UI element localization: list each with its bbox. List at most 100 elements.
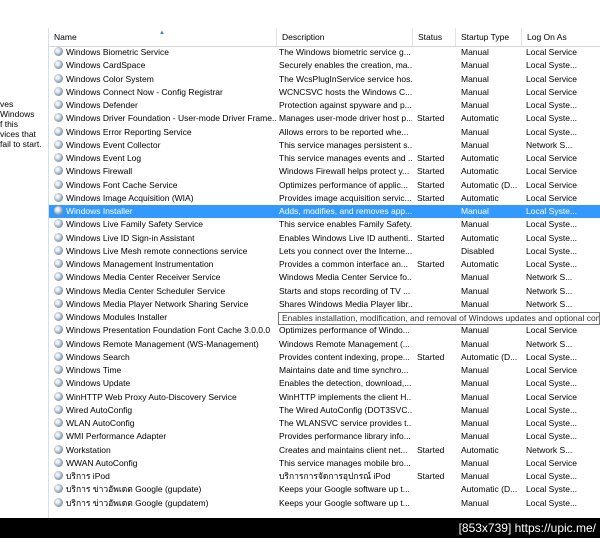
service-logon-as: Local Syste... [526,471,578,481]
service-row[interactable]: Windows Media Center Scheduler Service St… [49,285,600,298]
service-name-label: WMI Performance Adapter [66,431,167,442]
service-row[interactable]: WMI Performance Adapter Provides performa… [49,430,600,443]
service-status: Started [417,232,445,243]
service-description: This service manages persistent s... [279,139,412,150]
service-name-label: Windows Management Instrumentation [66,259,214,269]
service-row[interactable]: Windows Event Collector This service mana… [49,139,600,152]
service-status [417,99,459,112]
service-gear-icon [54,113,63,123]
service-description: Lets you connect over the Interne... [279,245,412,256]
service-row[interactable]: Windows Media Center Receiver Service Win… [49,271,600,284]
service-gear-icon [54,325,63,335]
service-name: WinHTTP Web Proxy Auto-Discovery Service [54,391,277,404]
service-logon-as: Local Syste... [526,431,578,442]
service-row[interactable]: บริการ ข่าวอัพเดต Google (gupdate) Keeps … [49,483,600,496]
service-row[interactable]: Windows Image Acquisition (WIA) Provides … [49,192,600,205]
service-name: Windows Live Mesh remote connections ser… [54,245,277,258]
sort-ascending-icon: ▲ [159,30,165,36]
service-row[interactable]: Windows Management Instrumentation Provid… [49,258,600,271]
service-row[interactable]: Windows Color System The WcsPlugInService… [49,73,600,86]
service-description: WCNCSVC hosts the Windows C... [279,86,412,97]
service-status [417,391,459,404]
service-row[interactable]: Windows Live Mesh remote connections ser… [49,245,600,258]
service-row[interactable]: Windows Presentation Foundation Font Cac… [49,324,600,337]
service-name: Windows Error Reporting Service [54,126,277,139]
services-window: ves Windows f this vices that fail to st… [0,0,600,518]
service-row[interactable]: Windows Update Enables the detection, dow… [49,377,600,390]
service-startup-type: Manual [461,73,489,84]
service-name: Windows Modules Installer [54,311,277,324]
service-description: Provides a common interface an... [279,259,408,269]
service-startup-type: Manual [461,206,489,216]
service-row[interactable]: บริการ ข่าวอัพเดต Google (gupdatem) Keeps… [49,497,600,510]
service-row[interactable]: Workstation Creates and maintains client … [49,444,600,457]
service-description: Windows Firewall helps protect y... [279,166,410,177]
column-status-header[interactable]: Status [413,28,456,46]
service-logon-as: Local Syste... [526,245,578,256]
service-row[interactable]: Windows Live ID Sign-in Assistant Enables… [49,232,600,245]
service-row[interactable]: Windows Biometric Service The Windows bio… [49,46,600,59]
column-description-header[interactable]: Description [277,28,413,46]
service-row[interactable]: Windows Firewall Windows Firewall helps p… [49,165,600,178]
service-gear-icon [54,47,63,56]
service-status [417,298,459,311]
service-row[interactable]: Windows Error Reporting Service Allows er… [49,126,600,139]
service-name-label: Windows Defender [66,100,138,110]
service-status [417,430,459,443]
service-row[interactable]: Windows Driver Foundation - User-mode Dr… [49,112,600,125]
service-status [417,338,459,351]
service-startup-type: Automatic (D... [461,179,518,190]
service-row[interactable]: Windows Remote Management (WS-Management… [49,338,600,351]
service-gear-icon [54,457,63,467]
service-gear-icon [54,471,63,480]
service-row[interactable]: Windows Search Provides content indexing,… [49,351,600,364]
service-logon-as: Local Service [526,73,578,84]
service-status [417,46,459,59]
service-row[interactable]: Windows CardSpace Securely enables the cr… [49,59,600,72]
service-row[interactable]: Windows Media Player Network Sharing Ser… [49,298,600,311]
service-row[interactable]: WinHTTP Web Proxy Auto-Discovery Service… [49,391,600,404]
column-logon-header[interactable]: Log On As [522,28,600,46]
service-row[interactable]: บริการ iPod บริการการจัดการอุปกรณ์ iPod St… [49,470,600,483]
service-name: บริการ ข่าวอัพเดต Google (gupdate) [54,483,277,496]
service-description: Protection against spyware and p... [279,100,412,110]
service-description: The Windows biometric service g... [279,47,411,57]
service-row[interactable]: WWAN AutoConfig This service manages mobi… [49,457,600,470]
column-startup-header[interactable]: Startup Type [456,28,522,46]
service-row[interactable]: Wired AutoConfig The Wired AutoConfig (DO… [49,404,600,417]
service-startup-type: Automatic [461,113,499,124]
service-status [417,324,459,337]
description-line: vices that [0,129,36,139]
service-startup-type: Automatic [461,192,499,203]
service-row[interactable]: WLAN AutoConfig The WLANSVC service provi… [49,417,600,430]
service-name: Wired AutoConfig [54,404,277,417]
service-gear-icon [54,418,63,427]
service-name-label: บริการ iPod [66,471,110,481]
service-status [417,457,459,470]
service-name: Windows Connect Now - Config Registrar [54,86,277,99]
service-row[interactable]: Windows Connect Now - Config Registrar WC… [49,86,600,99]
service-row[interactable]: Windows Time Maintains date and time sync… [49,364,600,377]
service-row[interactable]: Windows Live Family Safety Service This s… [49,218,600,231]
service-name: Windows Event Log [54,152,277,165]
service-description: Shares Windows Media Player libr... [279,298,412,309]
service-description: Enables the detection, download,... [279,378,412,389]
service-row[interactable]: Windows Defender Protection against spywa… [49,99,600,112]
service-logon-as: Local Syste... [526,232,578,243]
service-name-label: Windows Installer [66,206,133,216]
service-startup-type: Manual [461,126,489,137]
service-status [417,271,459,284]
service-name-label: Windows Error Reporting Service [66,126,192,137]
service-row[interactable]: Windows Font Cache Service Optimizes perf… [49,179,600,192]
service-startup-type: Manual [461,47,489,57]
service-row[interactable]: Windows Event Log This service manages ev… [49,152,600,165]
service-status [417,86,459,99]
service-name-label: WWAN AutoConfig [66,457,138,468]
service-row[interactable]: Windows Installer Adds, modifies, and rem… [49,205,600,219]
service-name: Windows Search [54,351,277,364]
service-logon-as: Local Syste... [526,259,578,269]
service-description: Windows Remote Management (... [279,338,410,349]
service-name-label: WinHTTP Web Proxy Auto-Discovery Service [66,391,237,402]
service-gear-icon [54,139,63,149]
service-description: Windows Media Center Service fo... [279,272,412,283]
